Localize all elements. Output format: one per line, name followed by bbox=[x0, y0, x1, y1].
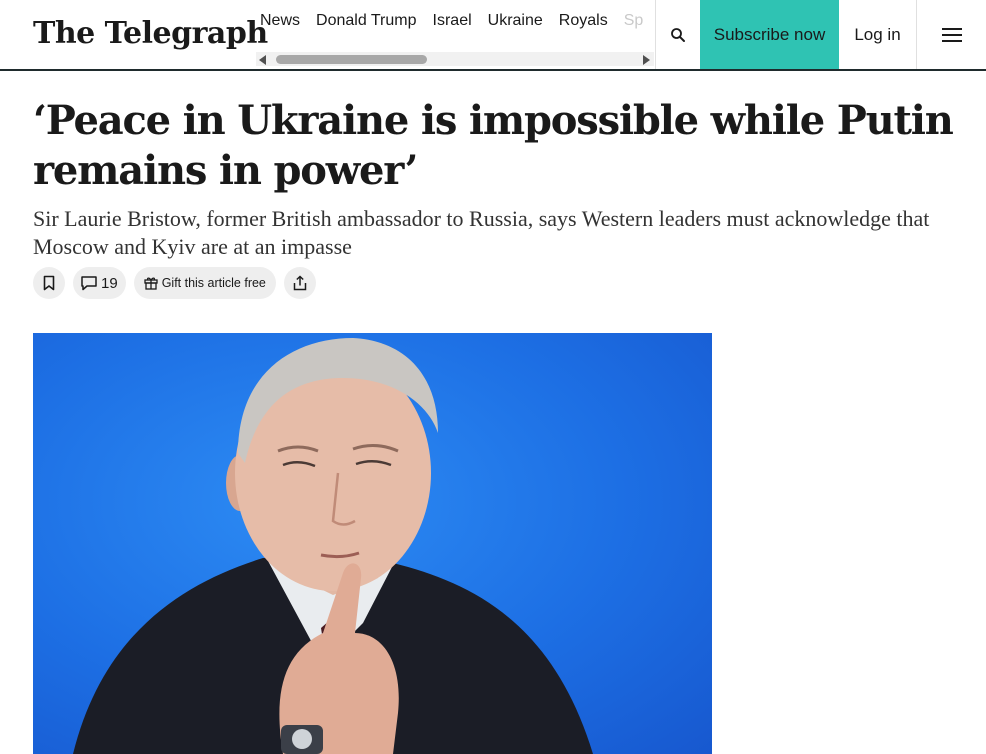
nav-horizontal-scrollbar[interactable] bbox=[256, 52, 654, 66]
subscribe-button[interactable]: Subscribe now bbox=[700, 0, 839, 69]
share-icon bbox=[293, 275, 307, 291]
nav-link-donald-trump[interactable]: Donald Trump bbox=[316, 12, 417, 30]
scroll-right-arrow-icon[interactable] bbox=[643, 55, 650, 65]
nav-link-sport-truncated[interactable]: Sp bbox=[624, 12, 644, 30]
comment-icon bbox=[81, 276, 97, 291]
comment-count: 19 bbox=[101, 274, 118, 292]
gift-article-button[interactable]: Gift this article free bbox=[133, 267, 276, 299]
search-button[interactable] bbox=[655, 0, 701, 69]
article-actions: 19 Gift this article free bbox=[33, 267, 324, 299]
gift-article-label: Gift this article free bbox=[161, 276, 266, 290]
article-standfirst: Sir Laurie Bristow, former British ambas… bbox=[33, 206, 930, 259]
menu-button[interactable] bbox=[917, 0, 986, 69]
site-header: The Telegraph News Donald Trump Israel U… bbox=[0, 0, 986, 71]
hamburger-menu-icon bbox=[941, 27, 962, 42]
bookmark-button[interactable] bbox=[33, 267, 65, 299]
nav-link-israel[interactable]: Israel bbox=[433, 12, 472, 30]
nav-link-news[interactable]: News bbox=[260, 12, 300, 30]
article-headline: ‘Peace in Ukraine is impossible while Pu… bbox=[33, 97, 954, 194]
section-nav: News Donald Trump Israel Ukraine Royals … bbox=[256, 0, 654, 69]
bookmark-icon bbox=[43, 275, 55, 291]
login-button[interactable]: Log in bbox=[839, 0, 917, 69]
nav-link-ukraine[interactable]: Ukraine bbox=[488, 12, 543, 30]
article-lead-image bbox=[33, 333, 712, 754]
comments-button[interactable]: 19 bbox=[73, 267, 126, 299]
share-button[interactable] bbox=[283, 267, 316, 299]
portrait-illustration bbox=[73, 338, 593, 754]
scrollbar-thumb[interactable] bbox=[276, 55, 427, 64]
section-nav-list: News Donald Trump Israel Ukraine Royals … bbox=[260, 12, 654, 30]
nav-link-royals[interactable]: Royals bbox=[559, 12, 608, 30]
telegraph-logo[interactable]: The Telegraph bbox=[33, 16, 268, 51]
search-icon bbox=[671, 27, 685, 42]
scroll-left-arrow-icon[interactable] bbox=[259, 55, 266, 65]
gift-icon bbox=[144, 277, 158, 290]
